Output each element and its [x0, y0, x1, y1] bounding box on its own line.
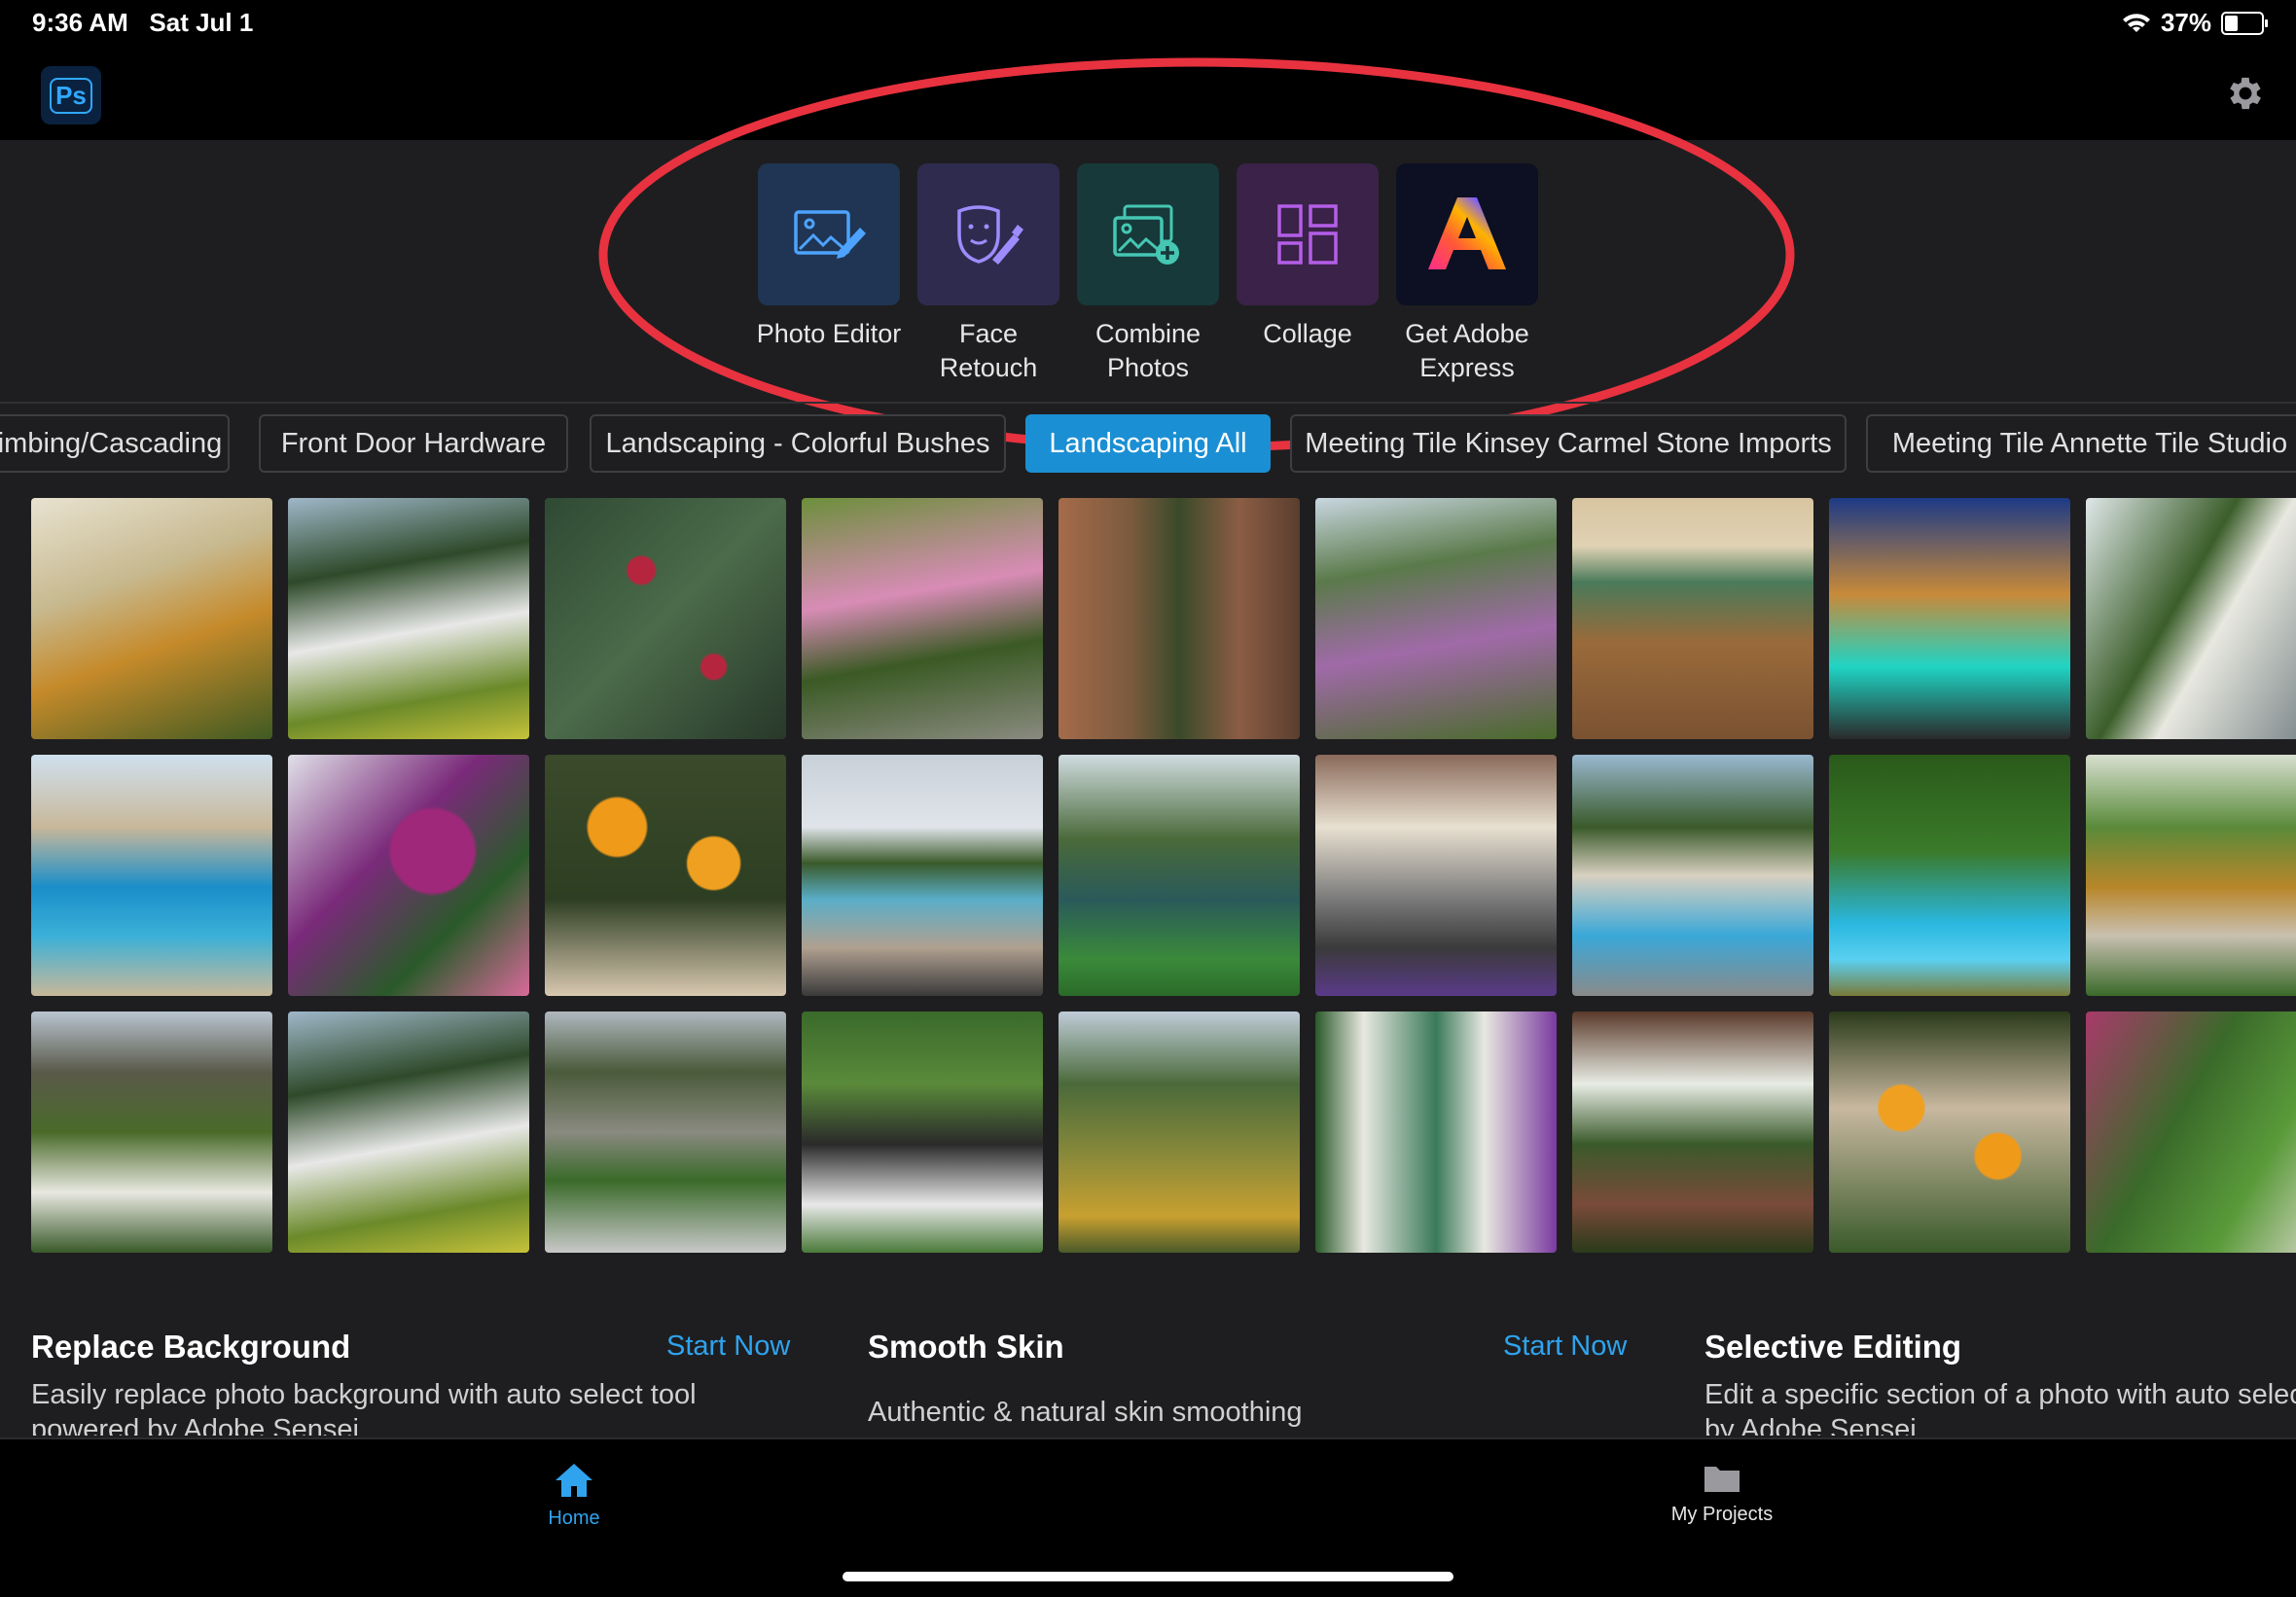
photo-thumbnail[interactable] [545, 1011, 786, 1253]
start-now-link[interactable]: Start Now [1503, 1331, 1627, 1363]
photo-thumbnail[interactable] [288, 755, 529, 996]
face-retouch-tile[interactable] [917, 163, 1059, 305]
nav-label: My Projects [1670, 1504, 1774, 1525]
photo-thumbnail[interactable] [802, 1011, 1043, 1253]
wifi-icon [2122, 13, 2150, 32]
collage-icon [1277, 204, 1338, 265]
tool-label: Get Adobe Express [1405, 319, 1529, 382]
tool-photo-editor[interactable]: Photo Editor [757, 163, 901, 385]
combine-photos-tile[interactable] [1077, 163, 1219, 305]
nav-my-projects[interactable]: My Projects [1654, 1461, 1790, 1526]
photo-thumbnail[interactable] [802, 498, 1043, 739]
photo-thumbnail[interactable] [1829, 498, 2070, 739]
card-description: Easily replace photo background with aut… [31, 1379, 697, 1436]
photo-thumbnail[interactable] [1315, 498, 1557, 739]
card-title: Smooth Skin [868, 1329, 1064, 1365]
photo-thumbnail[interactable] [31, 498, 272, 739]
photo-thumbnail[interactable] [1829, 755, 2070, 996]
photo-thumbnail[interactable] [802, 755, 1043, 996]
photo-thumbnail[interactable] [1058, 1011, 1300, 1253]
photo-thumbnail[interactable] [1572, 755, 1813, 996]
photo-thumbnail[interactable] [1058, 498, 1300, 739]
photo-thumbnail[interactable] [1572, 498, 1813, 739]
photo-thumbnail[interactable] [1829, 1011, 2070, 1253]
category-chips: imbing/Cascading Front Door Hardware Lan… [0, 414, 2296, 479]
divider [0, 402, 2296, 404]
chip-meeting-tile-kinsey[interactable]: Meeting Tile Kinsey Carmel Stone Imports [1290, 414, 1847, 473]
start-now-link[interactable]: Start Now [666, 1331, 790, 1363]
chip-landscaping-all[interactable]: Landscaping All [1025, 414, 1271, 473]
adobe-express-tile[interactable] [1396, 163, 1538, 305]
tool-face-retouch[interactable]: Face Retouch [917, 163, 1059, 385]
photo-thumbnail[interactable] [1315, 755, 1557, 996]
chip-landscaping-colorful-bushes[interactable]: Landscaping - Colorful Bushes [590, 414, 1006, 473]
photo-thumbnail[interactable] [1315, 1011, 1557, 1253]
photo-thumbnail[interactable] [31, 755, 272, 996]
tool-label: Face Retouch [939, 319, 1038, 382]
face-retouch-icon [957, 205, 1023, 265]
home-indicator [843, 1572, 1453, 1581]
status-time: 9:36 AM Sat Jul 1 [32, 8, 254, 37]
tool-label: Collage [1263, 319, 1352, 348]
status-indicators: 37% [2122, 8, 2268, 38]
photo-thumbnail[interactable] [31, 1011, 272, 1253]
card-selective-editing[interactable]: Selective Editing Edit a specific sectio… [1704, 1319, 2296, 1436]
chip-climbing-cascading[interactable]: imbing/Cascading [0, 414, 230, 473]
photo-edit-icon [794, 210, 866, 259]
tool-label: Combine Photos [1094, 319, 1202, 382]
battery-icon [2221, 11, 2268, 35]
photo-thumbnail[interactable] [545, 755, 786, 996]
photo-thumbnail[interactable] [1572, 1011, 1813, 1253]
status-bar: 9:36 AM Sat Jul 1 37% [0, 0, 2296, 47]
photo-editor-tile[interactable] [758, 163, 900, 305]
card-title: Replace Background [31, 1329, 351, 1365]
card-description: Edit a specific section of a photo with … [1704, 1379, 2296, 1436]
photo-thumbnail[interactable] [288, 498, 529, 739]
card-description: Authentic & natural skin smoothing [868, 1397, 1303, 1428]
battery-percent: 37% [2160, 8, 2211, 37]
feature-cards: Replace Background Start Now Easily repl… [0, 1319, 2296, 1436]
tool-collage[interactable]: Collage [1237, 163, 1379, 385]
quick-tools: Photo Editor Face Retouch Combine Photos… [757, 163, 1538, 385]
card-title: Selective Editing [1704, 1329, 1962, 1365]
photo-thumbnail[interactable] [1058, 755, 1300, 996]
photo-grid [31, 498, 2296, 1253]
photo-thumbnail[interactable] [2086, 1011, 2296, 1253]
gear-icon[interactable] [2224, 72, 2267, 115]
tool-combine-photos[interactable]: Combine Photos [1077, 163, 1219, 385]
collage-tile[interactable] [1237, 163, 1379, 305]
chip-front-door-hardware[interactable]: Front Door Hardware [259, 414, 568, 473]
tool-label: Photo Editor [756, 319, 902, 348]
chip-meeting-tile-annette[interactable]: Meeting Tile Annette Tile Studio [1866, 414, 2296, 473]
folder-icon [1704, 1467, 1740, 1492]
status-date: Sat Jul 1 [149, 8, 254, 37]
photoshop-logo[interactable]: Ps [41, 66, 101, 124]
app-header [0, 47, 2296, 140]
nav-label: Home [548, 1508, 600, 1529]
adobe-express-icon [1428, 197, 1506, 269]
combine-photos-icon [1113, 204, 1179, 265]
tool-get-adobe-express[interactable]: Get Adobe Express [1396, 163, 1538, 385]
photo-thumbnail[interactable] [545, 498, 786, 739]
nav-home[interactable]: Home [535, 1461, 613, 1530]
photo-thumbnail[interactable] [2086, 755, 2296, 996]
photo-thumbnail[interactable] [2086, 498, 2296, 739]
home-icon [556, 1464, 592, 1497]
photo-thumbnail[interactable] [288, 1011, 529, 1253]
